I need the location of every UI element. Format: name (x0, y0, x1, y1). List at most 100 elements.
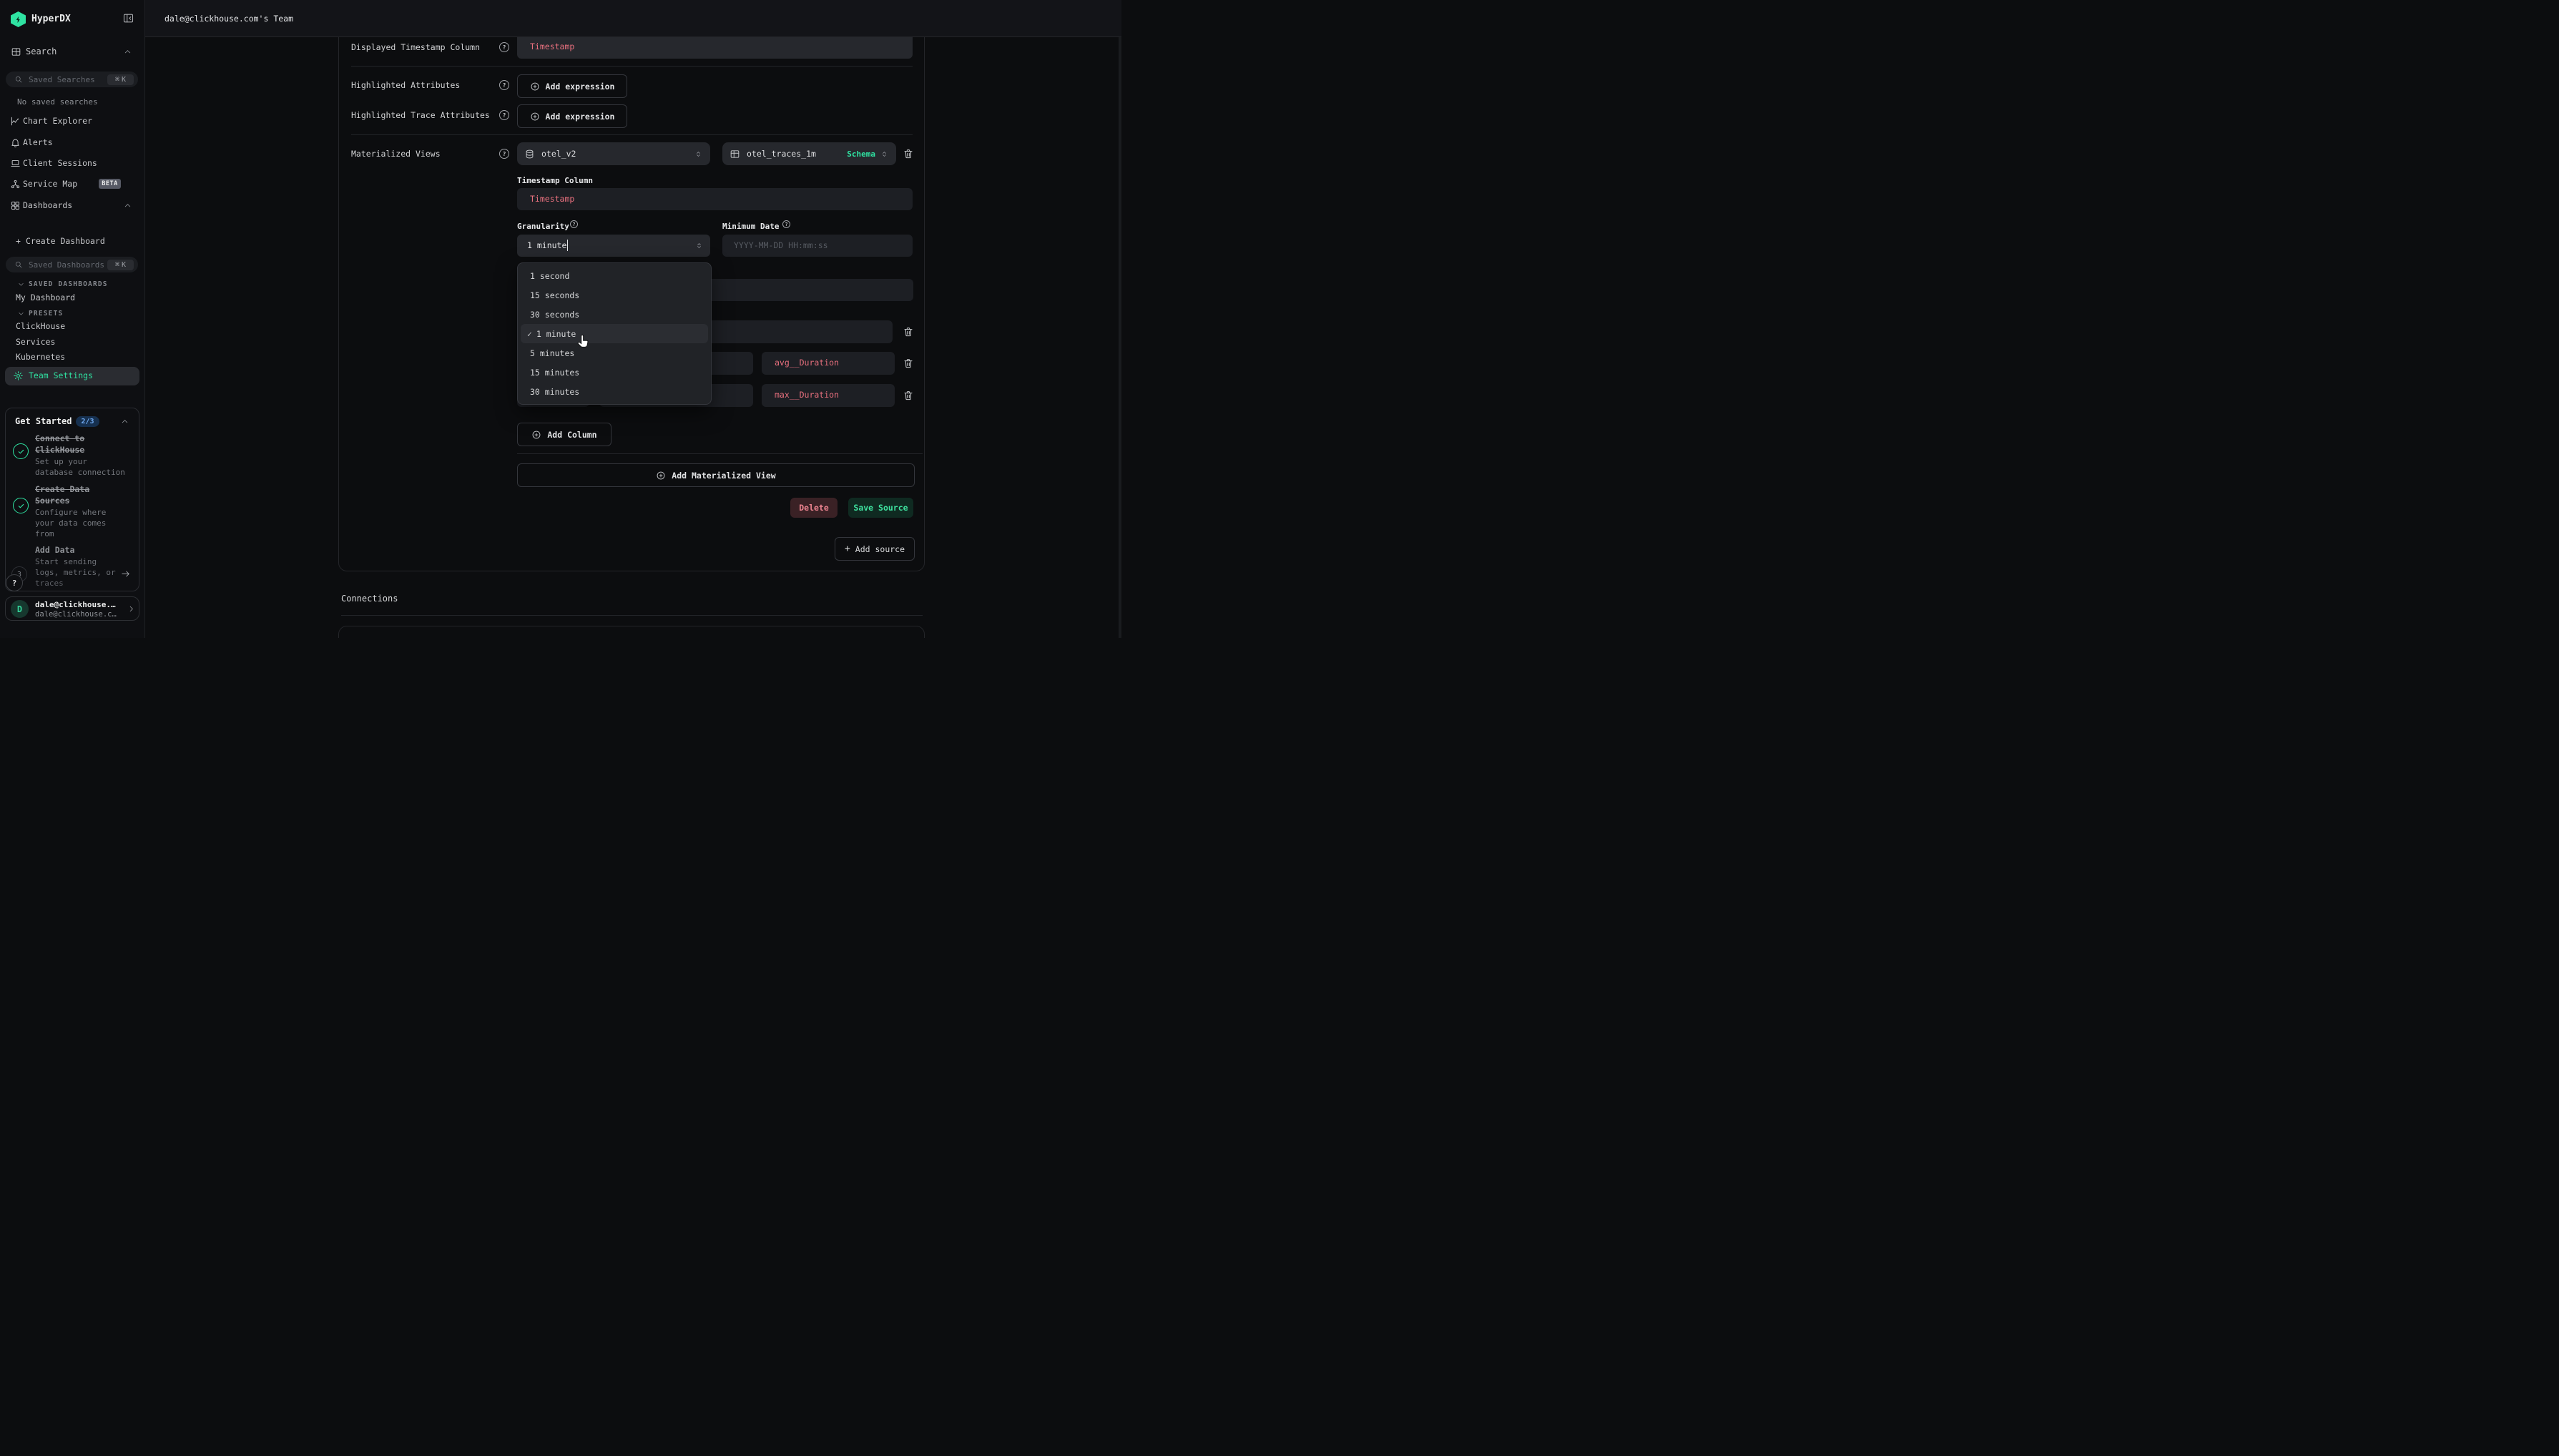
saved-searches-input[interactable]: Saved Searches ⌘ K (6, 72, 138, 87)
delete-source-label: Delete (799, 503, 829, 513)
materialized-table-value: otel_traces_1m (747, 149, 816, 159)
granularity-value: 1 minute (527, 240, 566, 250)
step1-title-line2: ClickHouse (35, 444, 84, 456)
get-started-card: Get Started 2/3 Connect to ClickHouse Se… (5, 408, 139, 591)
delete-column-button[interactable] (903, 358, 914, 369)
laptop-icon (10, 158, 21, 169)
chevron-right-icon (127, 604, 136, 614)
granularity-help-icon[interactable]: ? (570, 220, 578, 228)
step1-title-line1: Connect to (35, 433, 84, 444)
minimum-date-label: Minimum Date (722, 222, 779, 231)
section-label: PRESETS (29, 310, 63, 318)
granularity-dropdown: 1 second 15 seconds 30 seconds ✓ 1 minut… (517, 262, 712, 405)
save-source-button[interactable]: Save Source (848, 498, 913, 518)
search-icon (14, 75, 23, 84)
delete-column-button[interactable] (903, 390, 914, 401)
add-materialized-view-button[interactable]: Add Materialized View (517, 463, 915, 487)
chevron-down-icon (17, 280, 25, 288)
sidebar-item-team-settings[interactable]: Team Settings (5, 367, 139, 385)
sidebar-item-client-sessions[interactable]: Client Sessions (0, 157, 144, 170)
main-content: Displayed Timestamp Column ? Timestamp H… (0, 0, 1121, 638)
saved-dashboards-input[interactable]: Saved Dashboards ⌘ K (6, 257, 138, 272)
arrow-right-icon[interactable] (120, 569, 131, 579)
add-expression-button[interactable]: Add expression (517, 74, 627, 98)
team-title: dale@clickhouse.com's Team (164, 14, 293, 24)
granularity-option[interactable]: 1 second (521, 266, 708, 285)
add-source-button[interactable]: + Add source (835, 537, 915, 561)
granularity-label: Granularity (517, 222, 569, 231)
chevron-up-icon[interactable] (120, 417, 129, 426)
minimum-date-input[interactable]: YYYY-MM-DD HH:mm:ss (722, 235, 913, 257)
sidebar-item-service-map[interactable]: Service Map BETA (0, 178, 144, 191)
sidebar-item-dashboards[interactable]: Dashboards (0, 200, 144, 212)
column-name-value: max__Duration (775, 390, 839, 400)
granularity-option[interactable]: 30 minutes (521, 382, 708, 401)
step3-subtitle-line2: logs, metrics, or (35, 567, 116, 578)
sidebar-item-alerts[interactable]: Alerts (0, 137, 144, 149)
column-name-input[interactable]: avg__Duration (762, 352, 895, 375)
column-name-input[interactable]: max__Duration (762, 384, 895, 407)
add-trace-expression-button[interactable]: Add expression (517, 104, 627, 128)
plus-icon: + (16, 236, 21, 246)
shortcut-badge: ⌘ K (107, 74, 134, 85)
schema-badge[interactable]: Schema (847, 149, 875, 159)
highlighted-trace-attributes-help-icon[interactable]: ? (499, 110, 509, 120)
create-dashboard-label: Create Dashboard (26, 236, 105, 247)
displayed-timestamp-label: Displayed Timestamp Column (351, 41, 480, 53)
sidebar-item-search[interactable]: Search (0, 44, 144, 60)
saved-dashboards-section[interactable]: SAVED DASHBOARDS (0, 280, 144, 290)
user-email: dale@clickhouse.c… (35, 610, 117, 619)
search-panel-icon (11, 46, 21, 57)
check-circle-icon (13, 443, 29, 459)
add-expression-label: Add expression (546, 82, 615, 92)
step2-title-line1: Create Data (35, 483, 89, 495)
sidebar-item-my-dashboard[interactable]: My Dashboard (16, 292, 75, 303)
check-circle-icon (13, 498, 29, 513)
plus-circle-icon (531, 430, 541, 440)
create-dashboard-button[interactable]: + Create Dashboard (0, 235, 144, 248)
user-card[interactable]: D dale@clickhouse.… dale@clickhouse.c… (5, 596, 139, 621)
nav-label: Client Sessions (23, 158, 97, 169)
materialized-view-select[interactable]: otel_v2 (517, 142, 710, 165)
granularity-option[interactable]: 30 seconds (521, 305, 708, 324)
granularity-option[interactable]: 15 minutes (521, 363, 708, 382)
collapse-sidebar-icon[interactable] (122, 12, 134, 24)
delete-source-button[interactable]: Delete (790, 498, 838, 518)
materialized-table-select[interactable]: otel_traces_1m Schema (722, 142, 896, 165)
materialized-views-help-icon[interactable]: ? (499, 149, 509, 159)
table-icon (730, 149, 740, 159)
scrollbar-track[interactable] (1119, 36, 1121, 638)
check-icon: ✓ (527, 329, 532, 339)
delete-materialized-view-button[interactable] (903, 148, 914, 159)
sidebar-item-services[interactable]: Services (16, 337, 55, 348)
help-button[interactable]: ? (6, 574, 23, 591)
topbar: dale@clickhouse.com's Team (144, 0, 1121, 37)
step1-subtitle-line2: database connection (35, 467, 125, 478)
presets-section[interactable]: PRESETS (0, 309, 144, 319)
sidebar-item-clickhouse[interactable]: ClickHouse (16, 321, 65, 332)
granularity-option[interactable]: 5 minutes (521, 343, 708, 363)
granularity-option-selected[interactable]: ✓ 1 minute (521, 324, 708, 343)
step2-subtitle-line3: from (35, 528, 54, 539)
timestamp-column-input[interactable]: Timestamp (517, 188, 913, 210)
plus-icon: + (845, 543, 850, 554)
nav-label: Dashboards (23, 200, 72, 211)
nav-label: Chart Explorer (23, 116, 92, 127)
granularity-combobox[interactable]: 1 minute (517, 235, 710, 257)
gear-icon (13, 370, 24, 381)
add-column-button[interactable]: Add Column (517, 423, 611, 446)
displayed-timestamp-help-icon[interactable]: ? (499, 42, 509, 52)
saved-searches-placeholder: Saved Searches (29, 75, 95, 84)
plus-circle-icon (656, 471, 666, 481)
progress-badge: 2/3 (76, 416, 99, 427)
add-source-label: Add source (855, 544, 905, 554)
delete-column-button[interactable] (903, 326, 914, 338)
highlighted-attributes-help-icon[interactable]: ? (499, 80, 509, 90)
team-settings-label: Team Settings (29, 370, 93, 380)
sidebar-item-chart-explorer[interactable]: Chart Explorer (0, 115, 144, 128)
hyperdx-logo-icon[interactable] (11, 11, 26, 27)
minimum-date-help-icon[interactable]: ? (782, 220, 790, 228)
sidebar-item-kubernetes[interactable]: Kubernetes (16, 352, 65, 363)
granularity-option[interactable]: 15 seconds (521, 285, 708, 305)
service-map-icon (10, 179, 21, 190)
